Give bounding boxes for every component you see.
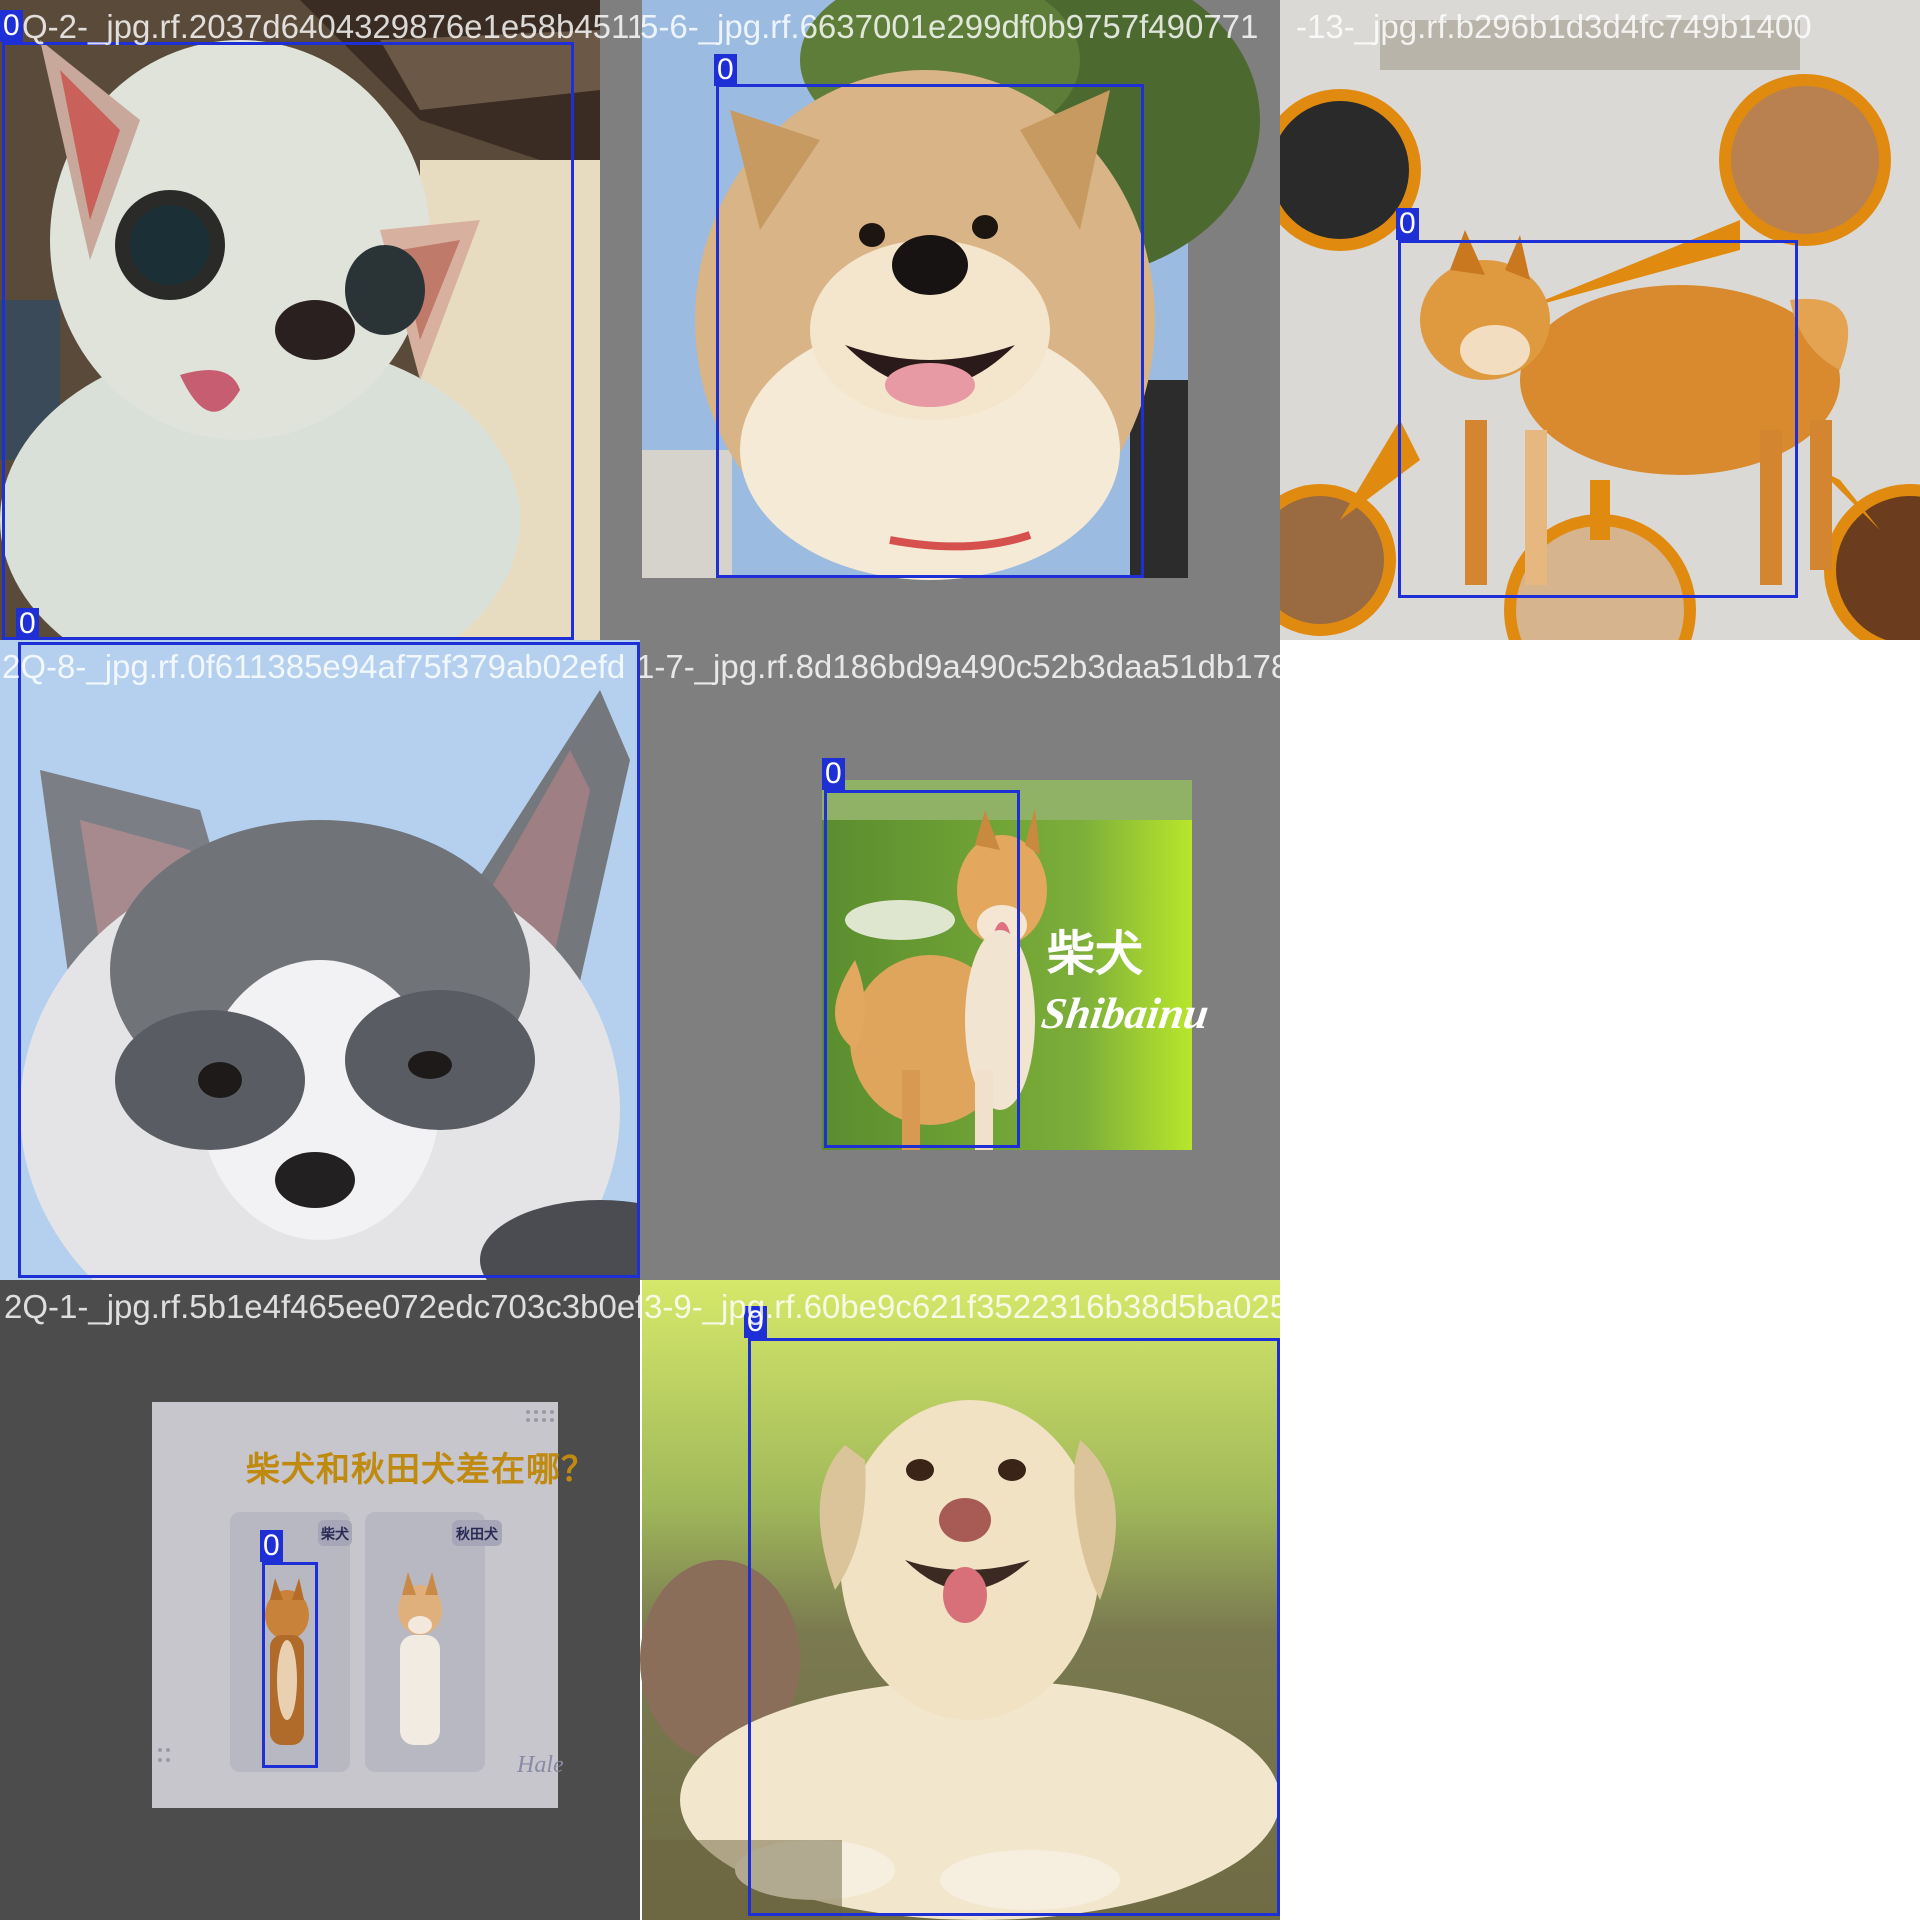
detection-bounding-box: [748, 1338, 1280, 1916]
mosaic-tile-3: -13-_jpg.rf.b296b1d3d4fc749b1400 0: [1280, 0, 1920, 640]
mosaic-tile-5: 柴犬 Shibainu 1-7-_jpg.rf.8d186bd9a490c52b…: [640, 640, 1280, 1280]
poster-title-english: Shibainu: [1038, 989, 1212, 1038]
detection-bounding-box: [824, 790, 1020, 1148]
slide-tag-left: 柴犬: [321, 1527, 349, 1543]
class-label-tag: 0: [744, 1306, 767, 1338]
detection-bounding-box: [262, 1562, 318, 1768]
slide-signature: Hale: [517, 1752, 564, 1778]
mosaic-tile-4: 2Q-8-_jpg.rf.0f611385e94af75f379ab02efd: [0, 640, 640, 1280]
class-label-tag: 0: [822, 758, 845, 790]
class-label-tag: 0: [260, 1530, 283, 1562]
detection-bounding-box: [1398, 240, 1798, 598]
detection-bounding-box: [716, 84, 1144, 578]
mosaic-tile-1: Q-2-_jpg.rf.2037d6404329876e1e58b45115 0…: [0, 0, 640, 640]
mosaic-tile-7: 3-9-_jpg.rf.60be9c621f3522316b38d5ba025 …: [640, 1280, 1280, 1920]
class-label-tag: 0: [714, 54, 737, 86]
class-label-tag: 0: [1396, 208, 1419, 240]
class-label-tag: 0: [16, 608, 39, 640]
detection-bounding-box: [18, 642, 640, 1278]
mosaic-tile-2: 5-6-_jpg.rf.6637001e299df0b9757f490771 0: [640, 0, 1280, 640]
slide-headline: 柴犬和秋田犬差在哪？: [246, 1450, 596, 1490]
class-label-tag: 0: [0, 10, 23, 42]
slide-tag-right: 秋田犬: [456, 1527, 498, 1543]
detection-bounding-box: [2, 42, 574, 640]
poster-title-chinese: 柴犬: [1047, 926, 1144, 982]
mosaic-tile-6: 柴犬和秋田犬差在哪？ 柴犬 秋田犬 Hale 2Q-1-_jpg.rf.5b1e…: [0, 1280, 640, 1920]
shiba-akita-slide: [152, 1402, 558, 1808]
